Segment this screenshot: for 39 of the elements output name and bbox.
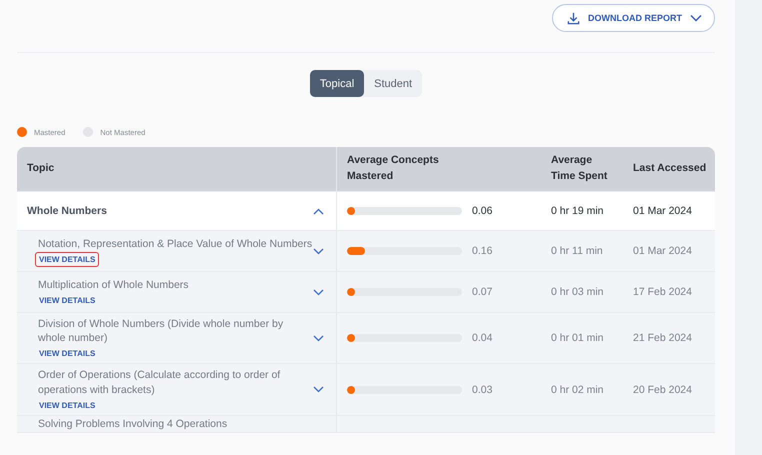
subtopic-name: Order of Operations (Calculate according to order of operations with brackets) [38, 368, 282, 397]
score-value: 0.07 [472, 286, 492, 298]
score-value: 0.16 [472, 245, 492, 257]
view-details-link[interactable]: VIEW DETAILS [35, 398, 100, 413]
last-accessed-date: 01 Mar 2024 [633, 205, 692, 217]
chevron-down-icon[interactable] [313, 288, 324, 296]
last-accessed-date: 21 Feb 2024 [633, 332, 692, 344]
subtopic-name: Notation, Representation & Place Value of Whole Numbers [38, 236, 312, 252]
last-accessed-date: 01 Mar 2024 [633, 245, 692, 257]
subtopic-name: Multiplication of Whole Numbers [38, 278, 189, 292]
subtopic-name: Division of Whole Numbers (Divide whole number by whole number) [38, 317, 284, 346]
view-details-link[interactable]: VIEW DETAILS [35, 293, 100, 308]
chevron-down-icon[interactable] [313, 334, 324, 342]
view-details-link[interactable]: VIEW DETAILS [35, 252, 100, 268]
download-report-button[interactable]: DOWNLOAD REPORT [552, 4, 715, 32]
column-header: Topic [27, 161, 56, 176]
chevron-down-icon [690, 14, 702, 22]
column-header: Average Time Spent [551, 153, 608, 184]
last-accessed-date: 17 Feb 2024 [633, 286, 692, 298]
view-details-link[interactable]: VIEW DETAILS [35, 346, 100, 362]
time-spent: 0 hr 01 min [551, 332, 604, 344]
chevron-up-icon[interactable] [313, 208, 324, 214]
time-spent: 0 hr 02 min [551, 384, 604, 396]
time-spent: 0 hr 03 min [551, 286, 604, 298]
score-value: 0.04 [472, 332, 492, 344]
chevron-down-icon[interactable] [313, 386, 324, 394]
time-spent: 0 hr 19 min [551, 205, 604, 217]
score-value: 0.06 [472, 205, 492, 217]
view-tab[interactable]: Student [364, 70, 422, 97]
column-header: Last Accessed [633, 161, 706, 176]
time-spent: 0 hr 11 min [551, 245, 603, 257]
last-accessed-date: 20 Feb 2024 [633, 384, 692, 396]
subtopic-name: Solving Problems Involving 4 Operations [38, 416, 228, 431]
score-value: 0.03 [472, 384, 492, 396]
column-header: Average Concepts Mastered [347, 153, 440, 184]
chevron-down-icon[interactable] [313, 248, 324, 254]
view-tab[interactable]: Topical [310, 70, 364, 97]
download-icon [567, 12, 580, 24]
topic-name: Whole Numbers [27, 205, 107, 217]
